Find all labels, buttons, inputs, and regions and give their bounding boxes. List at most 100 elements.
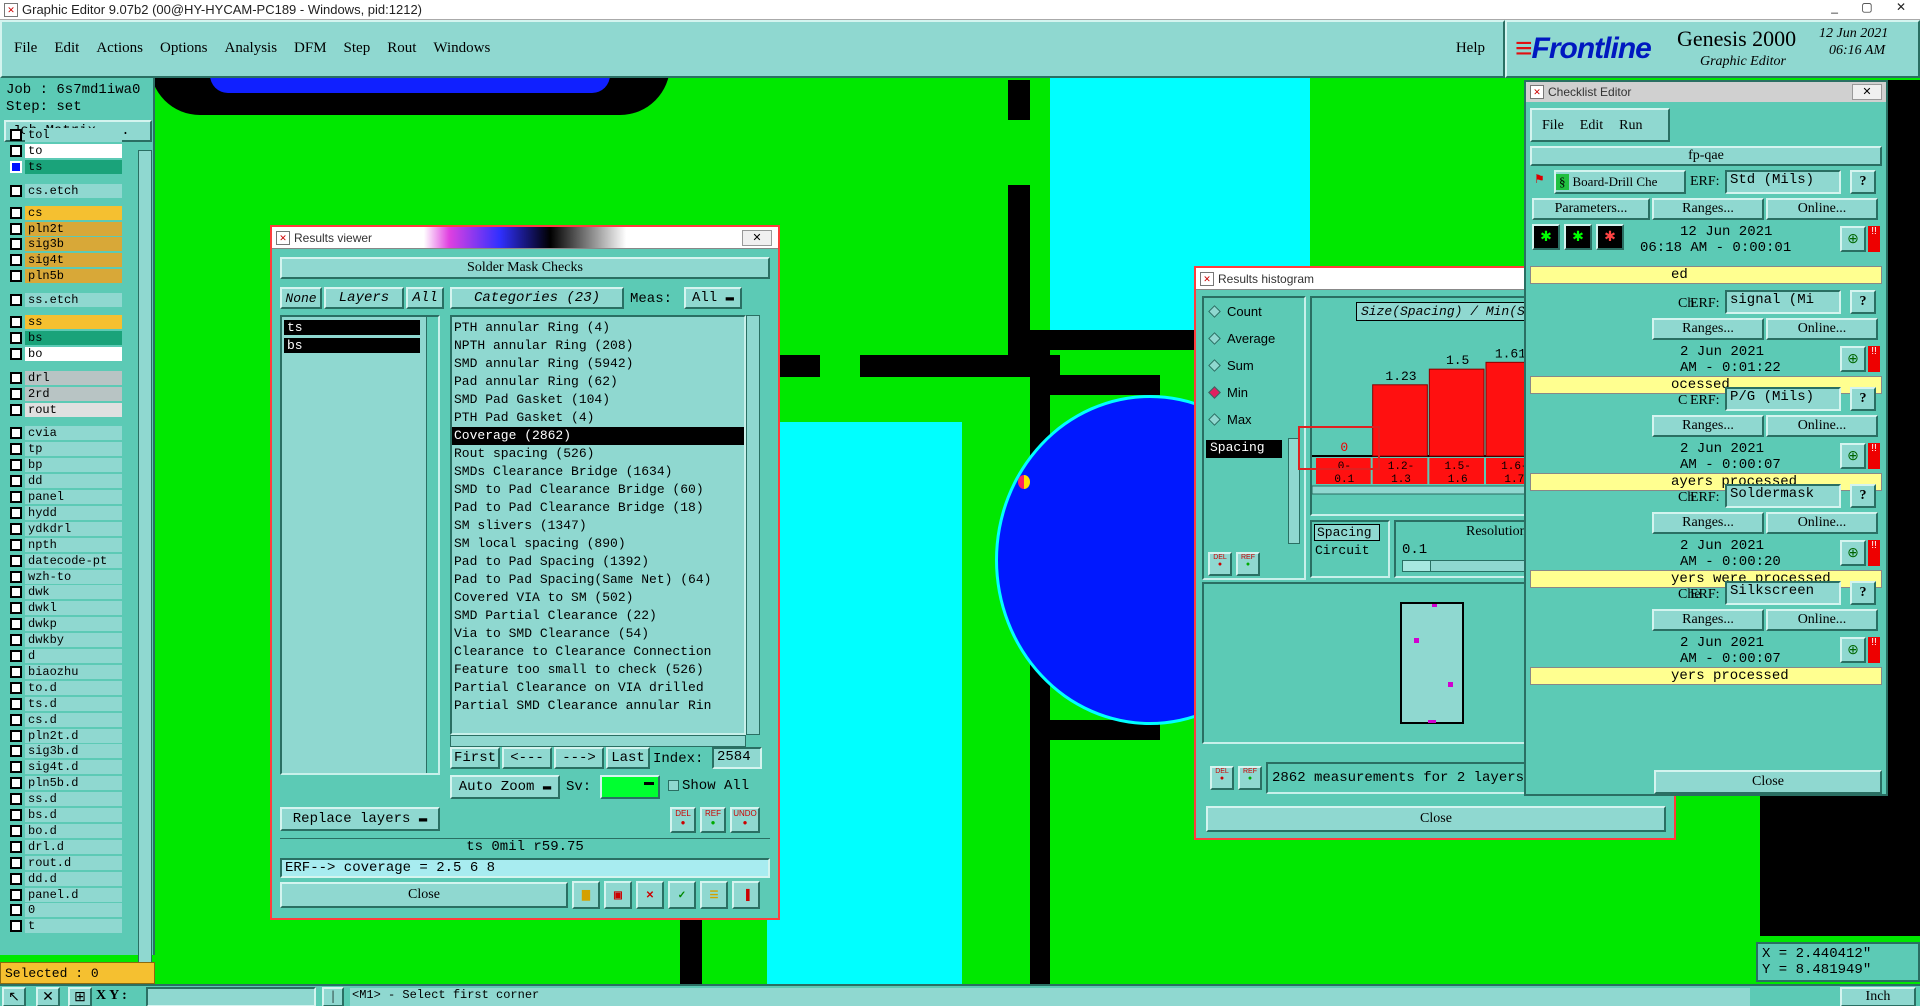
category-item[interactable]: NPTH annular Ring (208) [452,337,744,355]
next-button[interactable]: ---> [554,747,604,769]
xy-input[interactable] [146,987,316,1006]
layer-row[interactable]: rout.d [10,855,122,870]
layer-row[interactable]: ydkdrl [10,521,122,536]
category-item[interactable]: SMD annular Ring (5942) [452,355,744,373]
layer-checkbox[interactable] [10,856,22,869]
erf-field[interactable]: Std (Mils) [1725,170,1841,194]
layer-row[interactable]: sig4t.d [10,760,122,775]
run-icon[interactable]: ✱ [1532,224,1560,250]
run-icon[interactable]: ✱ [1564,224,1592,250]
online-button[interactable]: Online... [1766,609,1878,631]
layer-checkbox[interactable] [10,777,22,790]
layer-row[interactable]: ss [10,315,122,329]
cross-icon[interactable]: ✕ [636,881,664,909]
check-name[interactable]: § Board-Drill Che [1554,170,1686,194]
layer-items-list[interactable]: ts bs [280,315,440,775]
layer-row[interactable]: sig3b.d [10,744,122,759]
spacing-item[interactable]: Spacing [1314,524,1380,541]
ranges-button[interactable]: Ranges... [1652,415,1764,437]
layer-checkbox[interactable] [10,443,22,456]
option-min[interactable]: Min [1204,379,1304,406]
erf-field[interactable]: signal (Mi [1725,290,1841,314]
option-max[interactable]: Max [1204,406,1304,433]
layer-checkbox[interactable] [10,538,22,551]
layer-row[interactable]: 0 [10,903,122,918]
layer-checkbox[interactable] [10,475,22,488]
layer-row[interactable]: wzh-to [10,569,122,584]
ref-icon[interactable]: REF ● [1238,766,1262,790]
category-item[interactable]: Pad to Pad Clearance Bridge (18) [452,499,744,517]
category-item[interactable]: PTH Pad Gasket (4) [452,409,744,427]
slider-thumb[interactable] [1403,561,1431,571]
checklist-menu-file[interactable]: File [1542,118,1564,134]
category-item[interactable]: SM local spacing (890) [452,535,744,553]
category-item[interactable]: SMD Partial Clearance (22) [452,607,744,625]
layer-checkbox[interactable] [10,371,22,384]
categories-list[interactable]: PTH annular Ring (4) NPTH annular Ring (2… [450,315,746,735]
layer-row[interactable]: hydd [10,505,122,520]
category-item[interactable]: Pad annular Ring (62) [452,373,744,391]
checklist-menu-edit[interactable]: Edit [1580,118,1603,134]
layer-row[interactable]: dd.d [10,871,122,886]
layer-checkbox[interactable] [10,506,22,519]
ref-icon[interactable]: REF ● [700,807,726,833]
radio-icon[interactable] [1208,413,1221,426]
category-item[interactable]: PTH annular Ring (4) [452,319,744,337]
erf-field[interactable]: Silkscreen [1725,581,1841,605]
category-item[interactable]: SMDs Clearance Bridge (1634) [452,463,744,481]
category-item[interactable]: SMD Pad Gasket (104) [452,391,744,409]
categories-scrollbar[interactable] [746,315,760,735]
online-button[interactable]: Online... [1766,198,1878,220]
parameters-button[interactable]: Parameters... [1532,198,1650,220]
layer-row[interactable]: dd [10,474,122,489]
category-item[interactable]: Via to SMD Clearance (54) [452,625,744,643]
last-button[interactable]: Last [606,747,650,769]
categories-hscroll[interactable] [450,735,746,747]
layer-row[interactable]: datecode-pt [10,553,122,568]
spacing-circuit-list[interactable]: Spacing Circuit [1310,520,1390,578]
category-item[interactable]: Rout spacing (526) [452,445,744,463]
del-icon[interactable]: DEL ● [1210,766,1234,790]
help-menu[interactable]: Help [1456,40,1485,57]
layer-row[interactable]: bs [10,330,122,345]
help-icon[interactable]: ? [1850,387,1876,411]
close-button[interactable]: Close [280,882,568,908]
layer-checkbox[interactable] [10,697,22,710]
undo-icon[interactable]: UNDO ● [730,807,760,833]
close-icon[interactable]: ✕ [742,230,772,246]
first-button[interactable]: First [450,747,500,769]
layer-row[interactable]: drl [10,370,122,385]
none-button[interactable]: None [280,287,322,309]
layer-row[interactable]: rout [10,402,122,417]
layer-row[interactable]: pln5b [10,269,122,284]
option-average[interactable]: Average [1204,325,1304,352]
layer-row[interactable]: dwkp [10,617,122,632]
check-flag-icon[interactable]: ⚑ [1534,172,1548,186]
option-sum[interactable]: Sum [1204,352,1304,379]
ranges-button[interactable]: Ranges... [1652,318,1764,340]
layer-checkbox[interactable] [10,403,22,416]
layer-row[interactable]: ts [10,159,122,174]
layer-checkbox[interactable] [10,793,22,806]
online-button[interactable]: Online... [1766,415,1878,437]
layer-row[interactable]: cvia [10,426,122,441]
layer-row[interactable]: ss.etch [10,293,122,308]
layer-checkbox[interactable] [10,872,22,885]
layer-row[interactable]: npth [10,537,122,552]
prev-button[interactable]: <--- [502,747,552,769]
layer-checkbox[interactable] [10,602,22,615]
menu-windows[interactable]: Windows [433,40,490,57]
online-button[interactable]: Online... [1766,318,1878,340]
circuit-item[interactable]: Circuit [1312,543,1388,558]
layer-checkbox[interactable] [10,316,22,328]
erf-field[interactable]: P/G (Mils) [1725,387,1841,411]
layer-row[interactable]: bs.d [10,808,122,822]
help-icon[interactable]: ? [1850,290,1876,314]
layer-row[interactable]: tol [10,128,122,142]
checklist-close-button[interactable]: Close [1654,770,1882,794]
layer-checkbox[interactable] [10,144,22,157]
layer-checkbox[interactable] [10,745,22,758]
units-select[interactable]: Inch [1840,987,1916,1006]
ranges-button[interactable]: Ranges... [1652,198,1764,220]
layer-checkbox[interactable] [10,491,22,503]
